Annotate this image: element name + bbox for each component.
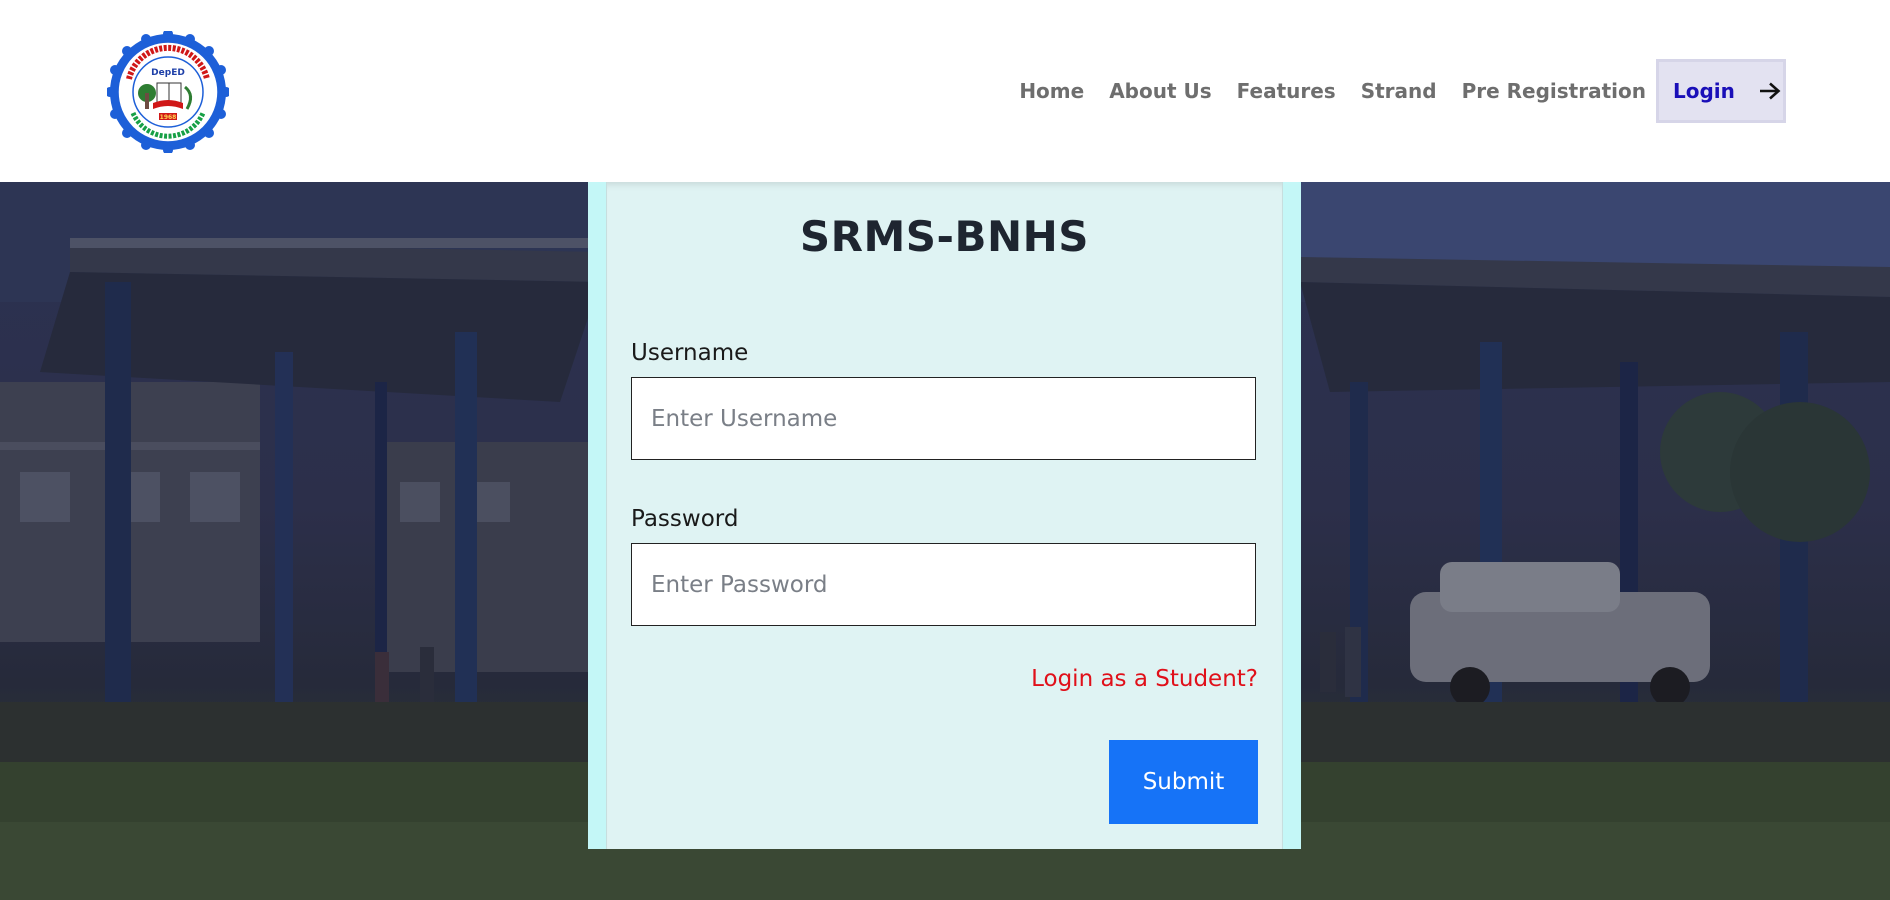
arrow-right-icon [1759, 82, 1781, 100]
nav-about-us[interactable]: About Us [1109, 79, 1211, 103]
site-header: DepED 1968 Home About Us Features Strand… [0, 0, 1890, 182]
page: DepED 1968 Home About Us Features Strand… [0, 0, 1890, 900]
password-input[interactable] [631, 543, 1256, 626]
login-button-label: Login [1673, 79, 1735, 103]
login-form: SRMS-BNHS Username Password Login as a S… [606, 182, 1283, 849]
nav-strand[interactable]: Strand [1361, 79, 1437, 103]
login-as-student-link[interactable]: Login as a Student? [1031, 666, 1258, 692]
school-logo[interactable]: DepED 1968 [105, 29, 231, 155]
username-input[interactable] [631, 377, 1256, 460]
school-seal-icon: DepED 1968 [105, 29, 231, 155]
main-nav: Home About Us Features Strand Pre Regist… [1019, 0, 1786, 182]
nav-pre-registration[interactable]: Pre Registration [1462, 79, 1646, 103]
nav-login-button[interactable]: Login [1656, 59, 1786, 123]
svg-text:DepED: DepED [151, 68, 185, 78]
password-label: Password [631, 506, 739, 532]
nav-home[interactable]: Home [1019, 79, 1084, 103]
nav-features[interactable]: Features [1237, 79, 1336, 103]
form-title: SRMS-BNHS [799, 212, 1090, 261]
username-label: Username [631, 340, 749, 366]
svg-text:1968: 1968 [160, 114, 177, 121]
submit-button[interactable]: Submit [1109, 740, 1258, 824]
login-card: SRMS-BNHS Username Password Login as a S… [588, 182, 1301, 849]
